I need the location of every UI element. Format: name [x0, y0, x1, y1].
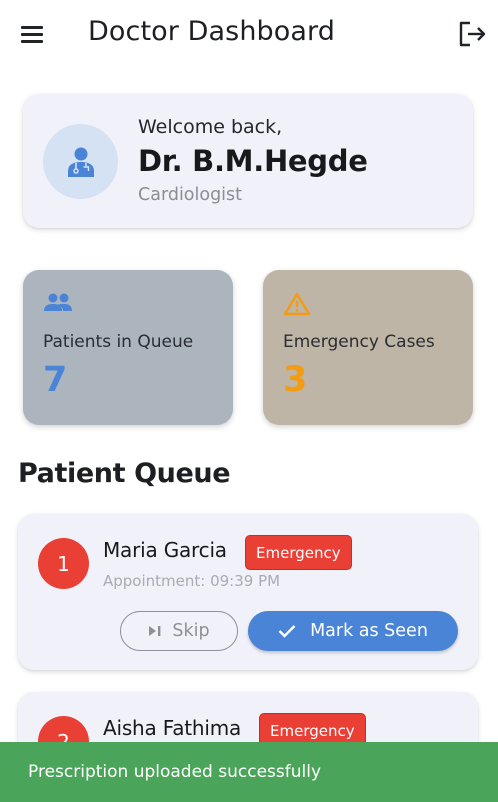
doctor-name: Dr. B.M.Hegde — [138, 144, 368, 178]
skip-button-label: Skip — [172, 621, 210, 641]
patient-name: Maria Garcia — [103, 538, 227, 562]
mark-as-seen-button[interactable]: Mark as Seen — [248, 611, 458, 651]
welcome-greeting: Welcome back, — [138, 116, 283, 138]
patient-card[interactable]: 1 Maria Garcia Emergency Appointment: 09… — [18, 514, 478, 670]
emergency-badge: Emergency — [245, 535, 352, 570]
skip-icon — [149, 626, 161, 636]
page-title: Doctor Dashboard — [88, 16, 336, 47]
snackbar: Prescription uploaded successfully — [0, 742, 498, 802]
app-bar: Doctor Dashboard — [0, 0, 498, 68]
doctor-specialty: Cardiologist — [138, 185, 243, 205]
patient-name: Aisha Fathima — [103, 716, 242, 740]
doctor-icon — [67, 147, 94, 177]
queue-number-badge: 1 — [38, 538, 89, 589]
warning-icon — [283, 292, 311, 320]
queue-stat-value: 7 — [43, 360, 68, 400]
snackbar-message: Prescription uploaded successfully — [28, 762, 322, 782]
emergency-stat-value: 3 — [283, 360, 308, 400]
emergency-stat-label: Emergency Cases — [283, 332, 435, 352]
skip-button[interactable]: Skip — [120, 611, 238, 651]
patients-in-queue-card[interactable]: Patients in Queue 7 — [23, 270, 233, 425]
appointment-time: Appointment: 09:39 PM — [103, 572, 281, 590]
check-icon — [278, 625, 296, 638]
logout-icon[interactable] — [456, 19, 488, 49]
queue-stat-label: Patients in Queue — [43, 332, 194, 352]
mark-as-seen-label: Mark as Seen — [310, 621, 428, 641]
menu-icon[interactable] — [18, 20, 48, 48]
emergency-cases-card[interactable]: Emergency Cases 3 — [263, 270, 473, 425]
avatar — [43, 124, 118, 199]
patient-queue-title: Patient Queue — [18, 458, 231, 489]
people-icon — [43, 292, 73, 318]
welcome-card: Welcome back, Dr. B.M.Hegde Cardiologist — [23, 94, 473, 228]
